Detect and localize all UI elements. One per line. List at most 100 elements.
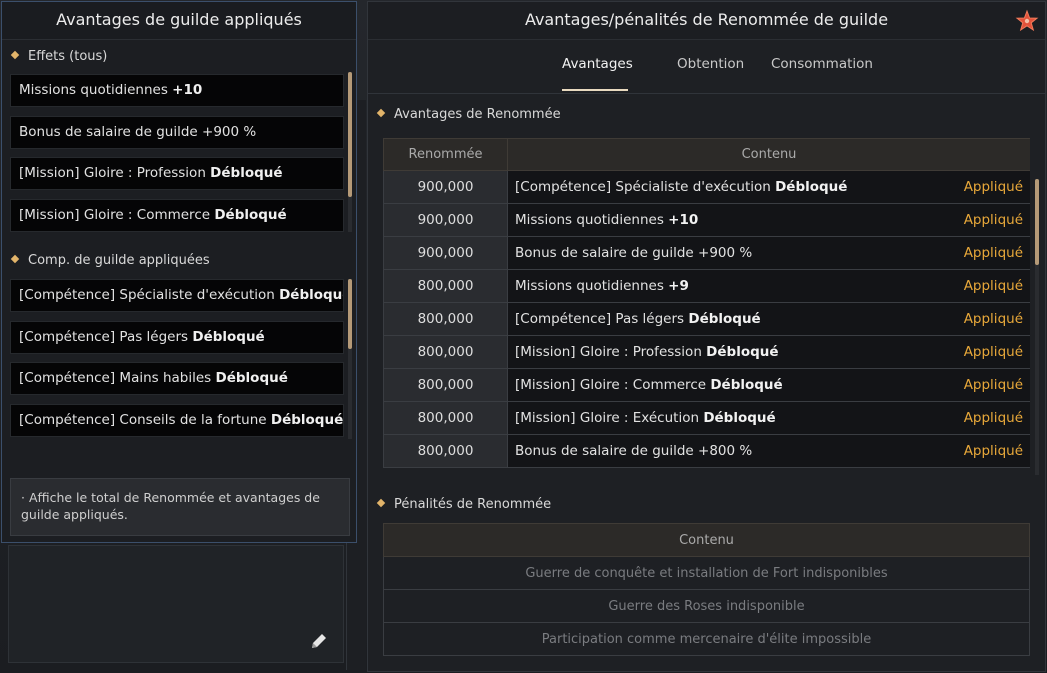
item-text: [Mission] Gloire : Commerce [19, 206, 215, 223]
renown-value: 800,000 [383, 368, 508, 402]
table-row: 800,000 Bonus de salaire de guilde +800 … [383, 434, 1030, 468]
star-close-icon[interactable] [1015, 9, 1039, 33]
scrollbar-thumb[interactable] [348, 72, 352, 197]
advantages-table-container[interactable]: Renommée Contenu 900,000 [Compétence] Sp… [383, 138, 1030, 478]
item-value: Débloqué [214, 206, 287, 223]
table-row: Participation comme mercenaire d'élite i… [383, 622, 1030, 656]
description-box: · Affiche le total de Renommée et avanta… [10, 478, 350, 536]
table-row: 900,000 [Compétence] Spécialiste d'exécu… [383, 170, 1030, 204]
item-value: Débloqué [210, 165, 283, 181]
list-item: [Compétence] Pas légers Débloqué [10, 320, 344, 354]
renown-value: 800,000 [383, 335, 508, 369]
item-text: Missions quotidiennes [19, 82, 173, 98]
diamond-bullet-icon [376, 108, 386, 117]
status-applied: Appliqué [963, 344, 1023, 360]
advantages-table: Renommée Contenu 900,000 [Compétence] Sp… [383, 138, 1030, 468]
table-row: 800,000 [Mission] Gloire : Profession Dé… [383, 335, 1030, 369]
table-row: 900,000 Bonus de salaire de guilde +900 … [383, 236, 1030, 270]
content-text: Missions quotidiennes [515, 212, 669, 228]
list-item: Bonus de salaire de guilde +900 % [10, 115, 344, 149]
renown-value: 800,000 [383, 269, 508, 303]
content-text: Bonus de salaire de guilde +900 % [515, 245, 753, 261]
tab-obtention[interactable]: Obtention [677, 56, 744, 72]
content-value: Débloqué [710, 377, 783, 393]
section-label: Comp. de guilde appliquées [28, 253, 210, 268]
panel-title: Avantages de guilde appliqués [2, 2, 356, 40]
content-cell: Bonus de salaire de guilde +900 % Appliqu… [507, 236, 1030, 270]
diamond-bullet-icon [376, 498, 386, 507]
status-applied: Appliqué [963, 377, 1023, 393]
content-value: Débloqué [688, 311, 761, 327]
item-value: Débloqué [192, 328, 265, 345]
penalties-table: Contenu Guerre de conquête et installati… [383, 523, 1030, 656]
list-item: [Compétence] Spécialiste d'exécution Déb… [10, 279, 344, 312]
content-cell: [Compétence] Pas légers Débloqué Appliqué [507, 302, 1030, 336]
content-text: Missions quotidiennes [515, 278, 669, 294]
content-cell: [Compétence] Spécialiste d'exécution Déb… [507, 170, 1030, 204]
pencil-icon[interactable] [305, 630, 333, 654]
advantages-scrollbar[interactable] [1035, 179, 1039, 475]
content-cell: Missions quotidiennes +10 Appliqué [507, 203, 1030, 237]
item-text: Bonus de salaire de guilde +900 % [19, 123, 257, 140]
column-header-content: Contenu [507, 138, 1030, 171]
penalty-text: Guerre des Roses indisponible [383, 589, 1030, 623]
effects-section-heading: Effets (tous) [2, 46, 356, 68]
item-value: +10 [172, 82, 203, 98]
active-tab-indicator [562, 89, 628, 91]
penalties-section-heading: Pénalités de Renommée [376, 497, 552, 512]
renown-value: 800,000 [383, 434, 508, 468]
table-row: Guerre de conquête et installation de Fo… [383, 556, 1030, 590]
background-notes-box[interactable] [8, 545, 344, 663]
item-value: Débloqué [270, 411, 344, 428]
tab-bar: Avantages Obtention Consommation [368, 40, 1045, 94]
content-text: Bonus de salaire de guilde +800 % [515, 443, 753, 459]
scrollbar-thumb[interactable] [1035, 179, 1039, 265]
tab-avantages[interactable]: Avantages [562, 56, 633, 72]
column-header-renown: Renommée [383, 138, 508, 171]
scrollbar-thumb[interactable] [348, 279, 352, 349]
table-row: 800,000 [Mission] Gloire : Exécution Déb… [383, 401, 1030, 435]
list-item: [Compétence] Conseils de la fortune Débl… [10, 403, 344, 437]
table-row: 800,000 [Compétence] Pas légers Débloqué… [383, 302, 1030, 336]
column-header-content: Contenu [383, 523, 1030, 557]
content-value: Débloqué [703, 410, 776, 426]
item-text: [Compétence] Pas légers [19, 328, 193, 345]
list-item: [Mission] Gloire : Profession Débloqué [10, 157, 344, 190]
table-row: 800,000 [Mission] Gloire : Commerce Débl… [383, 368, 1030, 402]
content-cell: Bonus de salaire de guilde +800 % Appliqu… [507, 434, 1030, 468]
status-applied: Appliqué [963, 410, 1023, 426]
panel-title-text: Avantages/pénalités de Renommée de guild… [524, 10, 889, 29]
tab-consommation[interactable]: Consommation [771, 56, 873, 72]
panel-title: Avantages/pénalités de Renommée de guild… [368, 2, 1045, 40]
table-row: 800,000 Missions quotidiennes +9 Appliqué [383, 269, 1030, 303]
status-applied: Appliqué [963, 179, 1023, 195]
table-header-row: Renommée Contenu [383, 138, 1030, 171]
content-value: +10 [668, 212, 699, 228]
content-text: [Mission] Gloire : Commerce [515, 377, 711, 393]
content-value: +9 [668, 278, 689, 294]
section-label: Pénalités de Renommée [394, 497, 552, 512]
content-value: Débloqué [775, 179, 848, 195]
advantages-section-heading: Avantages de Renommée [376, 107, 561, 122]
effects-scrollbar[interactable] [348, 72, 352, 232]
penalty-text: Participation comme mercenaire d'élite i… [383, 622, 1030, 656]
item-value: Débloqué [279, 287, 343, 303]
section-label: Effets (tous) [28, 49, 108, 64]
item-text: [Compétence] Conseils de la fortune [19, 411, 271, 428]
skills-scrollbar[interactable] [348, 279, 352, 439]
table-row: Guerre des Roses indisponible [383, 589, 1030, 623]
list-item: Missions quotidiennes +10 [10, 74, 344, 107]
renown-value: 900,000 [383, 170, 508, 204]
content-cell: Missions quotidiennes +9 Appliqué [507, 269, 1030, 303]
item-value: Débloqué [215, 370, 288, 386]
renown-value: 800,000 [383, 302, 508, 336]
list-item: [Compétence] Mains habiles Débloqué [10, 362, 344, 395]
table-row: 900,000 Missions quotidiennes +10 Appliqu… [383, 203, 1030, 237]
diamond-bullet-icon [10, 254, 20, 263]
skills-list[interactable]: [Compétence] Spécialiste d'exécution Déb… [10, 279, 344, 437]
item-text: [Compétence] Mains habiles [19, 370, 216, 386]
status-applied: Appliqué [963, 278, 1023, 294]
content-value: Débloqué [706, 344, 779, 360]
effects-list[interactable]: Missions quotidiennes +10 Bonus de salai… [10, 74, 344, 240]
renown-value: 900,000 [383, 236, 508, 270]
